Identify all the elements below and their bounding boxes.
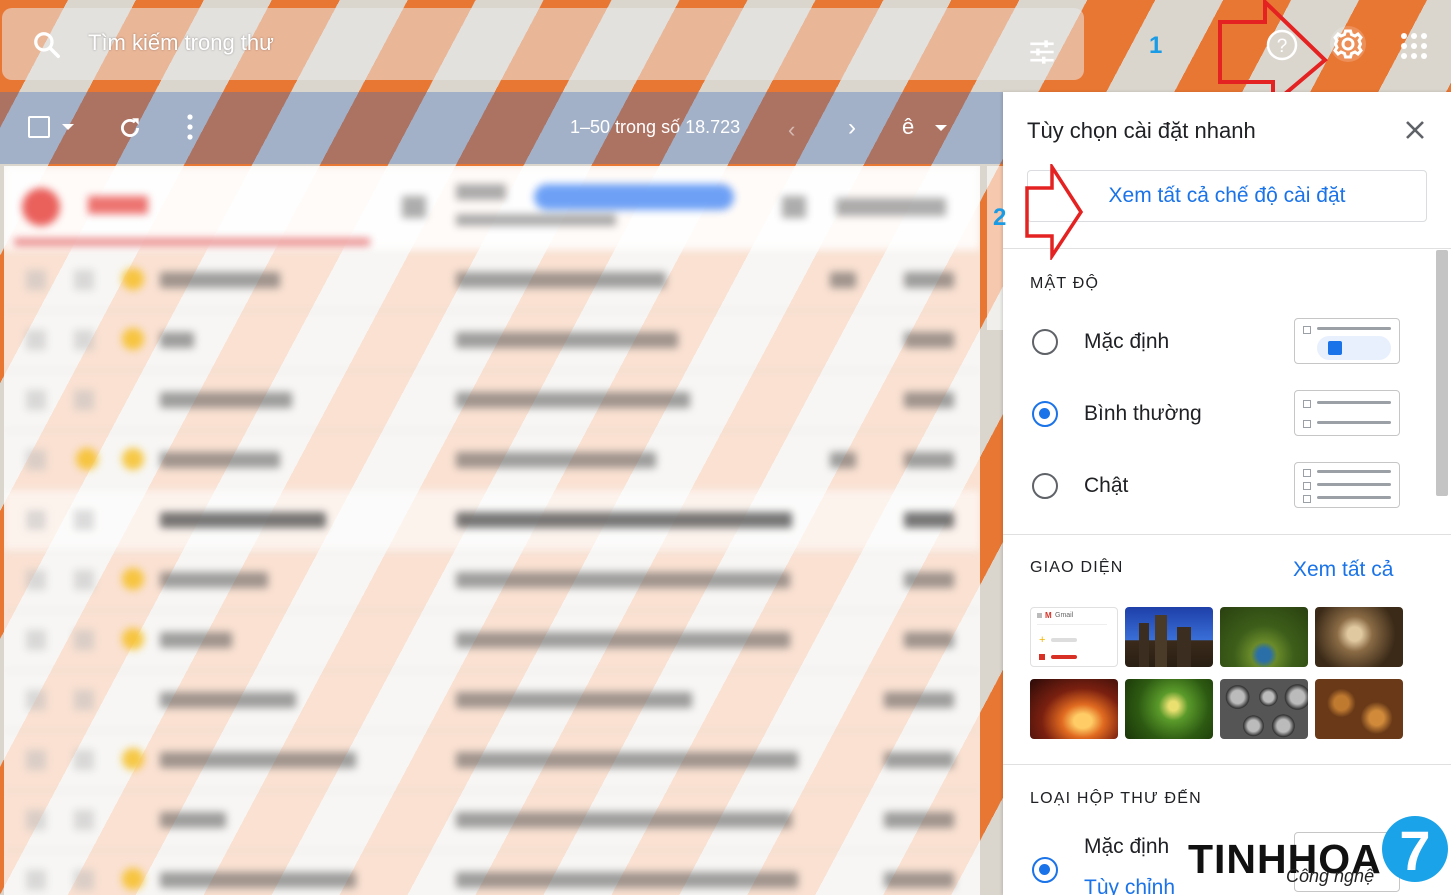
density-default-label[interactable]: Mặc định (1084, 330, 1169, 354)
see-all-themes-link[interactable]: Xem tất cả (1293, 558, 1393, 582)
primary-tab-label (88, 196, 148, 214)
table-row[interactable] (4, 550, 980, 611)
theme-city-thumbnail[interactable] (1125, 607, 1213, 667)
social-tab-label (456, 184, 506, 200)
search-options-icon[interactable] (1027, 38, 1057, 66)
svg-text:7: 7 (1399, 819, 1430, 882)
theme-canyon-thumbnail[interactable] (1030, 679, 1118, 739)
search-bar[interactable]: Tìm kiếm trong thư (2, 8, 1084, 80)
watermark-tagline: Công nghệ (1286, 866, 1375, 886)
density-default-preview (1294, 318, 1400, 364)
see-all-settings-button[interactable]: Xem tất cả chế độ cài đặt (1027, 170, 1427, 222)
select-dropdown-icon[interactable] (62, 124, 74, 130)
refresh-icon[interactable] (117, 115, 143, 141)
list-scrollbar[interactable] (987, 166, 1003, 330)
theme-peacock-thumbnail[interactable] (1220, 607, 1308, 667)
table-row[interactable] (4, 490, 980, 551)
density-heading: MẬT ĐỘ (1030, 275, 1100, 292)
primary-tab-indicator (14, 238, 370, 246)
inbox-type-customize-link[interactable]: Tùy chỉnh (1084, 876, 1175, 895)
density-normal-radio[interactable] (1032, 401, 1058, 427)
theme-default-gmail-label: Gmail (1055, 612, 1074, 619)
inbox-tabs-header (4, 166, 980, 250)
input-tools-icon[interactable]: ê (902, 114, 914, 140)
theme-default-thumbnail[interactable]: M Gmail + (1030, 607, 1118, 667)
table-row[interactable] (4, 310, 980, 371)
table-row[interactable] (4, 850, 980, 895)
theme-chess-thumbnail[interactable] (1315, 607, 1403, 667)
table-row[interactable] (4, 730, 980, 791)
theme-heading: GIAO DIỆN (1030, 559, 1124, 576)
close-icon[interactable] (1403, 118, 1427, 142)
table-row[interactable] (4, 610, 980, 671)
search-input[interactable]: Tìm kiếm trong thư (88, 30, 274, 56)
density-compact-preview (1294, 462, 1400, 508)
theme-caterpillar-thumbnail[interactable] (1125, 679, 1213, 739)
email-list (4, 166, 980, 895)
table-row[interactable] (4, 670, 980, 731)
apps-grid-icon[interactable] (1400, 32, 1428, 60)
density-compact-label[interactable]: Chật (1084, 474, 1128, 498)
density-normal-label[interactable]: Bình thường (1084, 402, 1202, 426)
inbox-type-default-label[interactable]: Mặc định (1084, 835, 1169, 859)
density-normal-preview (1294, 390, 1400, 436)
promotions-tab-icon (782, 196, 806, 218)
primary-tab-icon (22, 188, 60, 226)
density-compact-radio[interactable] (1032, 473, 1058, 499)
badge-7-icon: 7 (1382, 816, 1448, 882)
search-icon[interactable] (32, 30, 62, 60)
divider (1003, 764, 1451, 765)
select-all-checkbox[interactable] (28, 116, 50, 138)
step-1-label: 1 (1149, 32, 1163, 59)
prev-page-button[interactable]: ‹ (788, 117, 795, 143)
inbox-type-default-radio[interactable] (1032, 857, 1058, 883)
pagination-count: 1–50 trong số 18.723 (570, 117, 741, 137)
see-all-settings-label: Xem tất cả chế độ cài đặt (1108, 184, 1346, 207)
table-row[interactable] (4, 370, 980, 431)
step-2-label: 2 (993, 204, 1007, 231)
social-tab-icon (402, 196, 426, 218)
inbox-type-heading: LOẠI HỘP THƯ ĐẾN (1030, 790, 1202, 807)
theme-pipes-thumbnail[interactable] (1220, 679, 1308, 739)
table-row[interactable] (4, 430, 980, 491)
panel-title: Tùy chọn cài đặt nhanh (1027, 118, 1256, 143)
next-page-button[interactable]: › (848, 114, 856, 142)
promotions-tab-label (836, 198, 946, 216)
panel-scrollbar[interactable] (1436, 250, 1448, 496)
more-options-icon[interactable] (184, 112, 196, 142)
new-badge (534, 184, 734, 210)
settings-gear-icon[interactable] (1328, 24, 1368, 64)
input-tools-dropdown-icon[interactable] (935, 125, 947, 131)
density-default-radio[interactable] (1032, 329, 1058, 355)
table-row[interactable] (4, 250, 980, 311)
divider (1003, 534, 1451, 535)
social-tab-snippet (456, 214, 616, 226)
red-arrow-annotation-2 (1025, 164, 1084, 260)
tinhhoa-watermark-logo: TINHHOA Công nghệ 7 (1188, 812, 1450, 895)
table-row[interactable] (4, 790, 980, 851)
theme-leaves-thumbnail[interactable] (1315, 679, 1403, 739)
